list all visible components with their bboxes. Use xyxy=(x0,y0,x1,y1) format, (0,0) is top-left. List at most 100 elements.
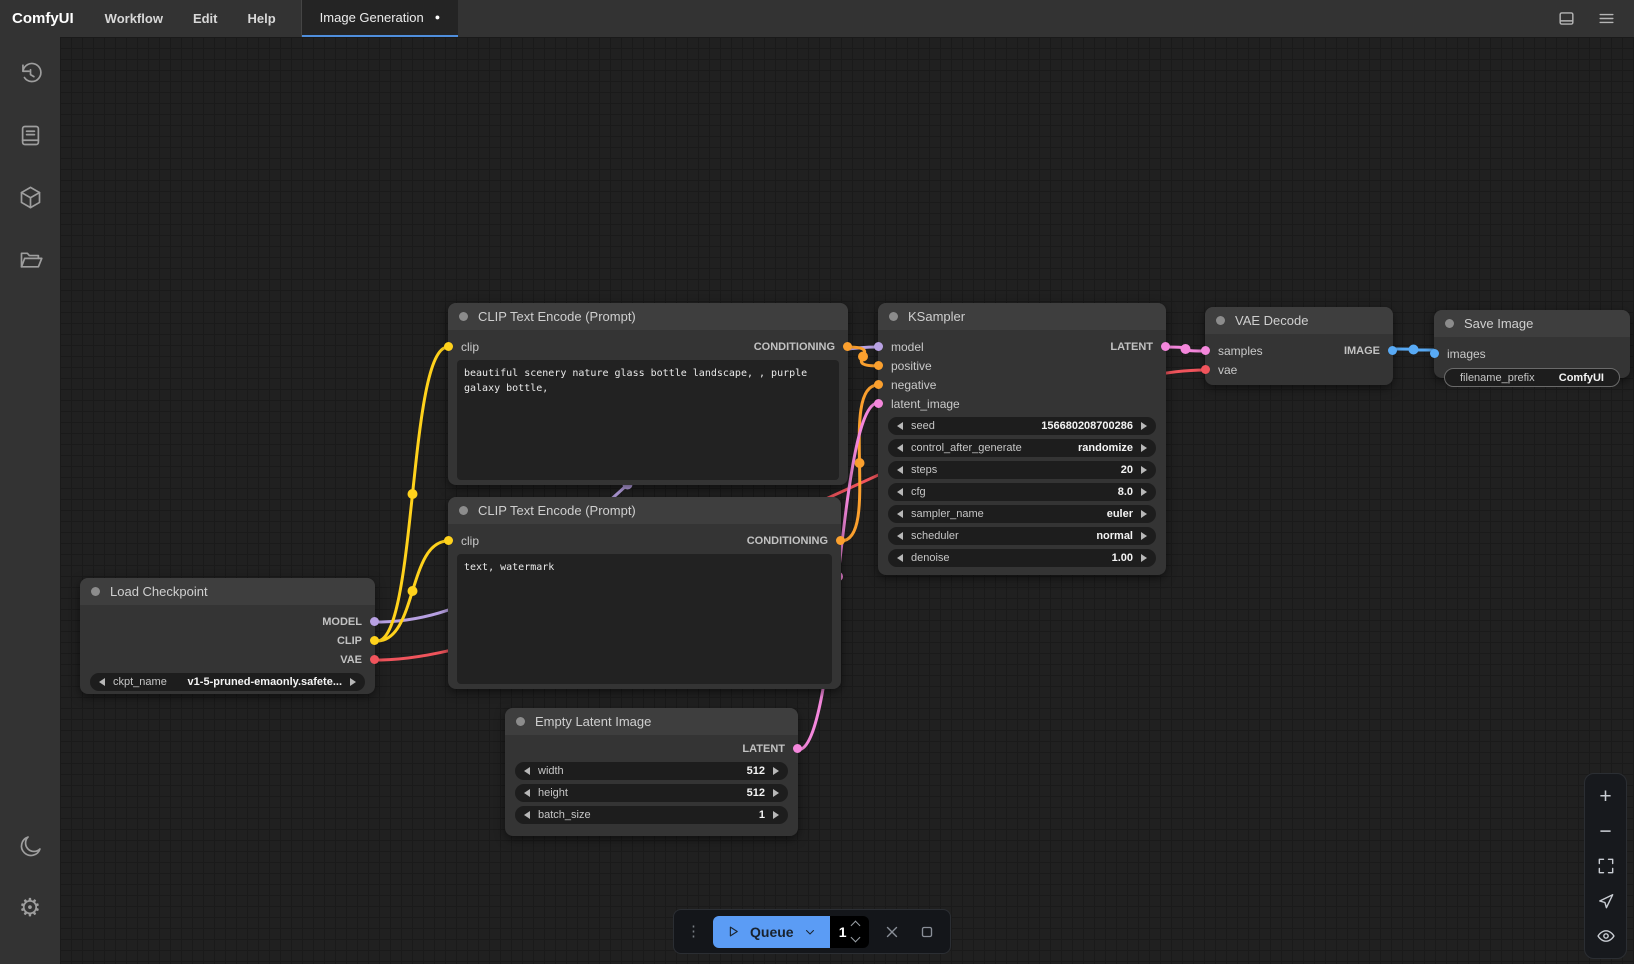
decrement-count-icon[interactable] xyxy=(851,933,861,943)
link-midpoint-dot[interactable] xyxy=(1181,344,1191,354)
menu-help[interactable]: Help xyxy=(233,0,291,37)
decrement-arrow-icon[interactable] xyxy=(99,678,105,686)
link-midpoint-dot[interactable] xyxy=(855,458,865,468)
collapse-dot[interactable] xyxy=(459,312,468,321)
widget-height[interactable]: height 512 xyxy=(515,784,788,802)
increment-arrow-icon[interactable] xyxy=(773,811,779,819)
node-title-bar[interactable]: KSampler xyxy=(878,303,1166,330)
link-midpoint-dot[interactable] xyxy=(408,586,418,596)
clear-queue-icon[interactable] xyxy=(881,920,904,944)
batch-count-input[interactable]: 1 xyxy=(830,916,869,948)
output-port-conditioning[interactable] xyxy=(836,536,845,545)
increment-arrow-icon[interactable] xyxy=(1141,444,1147,452)
increment-arrow-icon[interactable] xyxy=(773,767,779,775)
menu-edit[interactable]: Edit xyxy=(178,0,233,37)
menu-workflow[interactable]: Workflow xyxy=(90,0,178,37)
collapse-dot[interactable] xyxy=(91,587,100,596)
positive-prompt-textarea[interactable]: beautiful scenery nature glass bottle la… xyxy=(457,360,839,480)
node-ksampler[interactable]: KSampler model LATENT positive negative … xyxy=(878,303,1166,575)
theme-toggle-moon-icon[interactable] xyxy=(10,826,50,866)
decrement-arrow-icon[interactable] xyxy=(897,422,903,430)
workflow-history-icon[interactable] xyxy=(10,53,50,93)
widget-width[interactable]: width 512 xyxy=(515,762,788,780)
select-mode-pointer-icon[interactable] xyxy=(1593,888,1619,914)
output-port-latent[interactable] xyxy=(793,744,802,753)
widget-sampler-name[interactable]: sampler_name euler xyxy=(888,505,1156,523)
node-load-checkpoint[interactable]: Load Checkpoint MODEL CLIP VAE ckpt_name… xyxy=(80,578,375,694)
collapse-dot[interactable] xyxy=(459,506,468,515)
decrement-arrow-icon[interactable] xyxy=(897,554,903,562)
input-port-latent-image[interactable] xyxy=(874,399,883,408)
hamburger-menu-icon[interactable] xyxy=(1596,9,1616,29)
increment-arrow-icon[interactable] xyxy=(1141,554,1147,562)
input-port-vae[interactable] xyxy=(1201,365,1210,374)
widget-control-after-generate[interactable]: control_after_generate randomize xyxy=(888,439,1156,457)
comfyui-logo[interactable]: ComfyUI xyxy=(0,0,90,37)
interrupt-stop-icon[interactable] xyxy=(915,920,938,944)
input-port-images[interactable] xyxy=(1430,349,1439,358)
output-port-clip[interactable] xyxy=(370,636,379,645)
link-midpoint-dot[interactable] xyxy=(1409,345,1419,355)
node-title-bar[interactable]: Save Image xyxy=(1434,310,1630,337)
output-port-conditioning[interactable] xyxy=(843,342,852,351)
decrement-arrow-icon[interactable] xyxy=(897,466,903,474)
input-port-clip[interactable] xyxy=(444,536,453,545)
widget-seed[interactable]: seed 156680208700286 xyxy=(888,417,1156,435)
node-library-icon[interactable] xyxy=(10,115,50,155)
output-port-image[interactable] xyxy=(1388,346,1397,355)
node-empty-latent-image[interactable]: Empty Latent Image LATENT width 512 heig… xyxy=(505,708,798,836)
input-port-samples[interactable] xyxy=(1201,346,1210,355)
node-title-bar[interactable]: CLIP Text Encode (Prompt) xyxy=(448,303,848,330)
workflows-folder-icon[interactable] xyxy=(10,239,50,279)
increment-arrow-icon[interactable] xyxy=(773,789,779,797)
widget-scheduler[interactable]: scheduler normal xyxy=(888,527,1156,545)
output-port-model[interactable] xyxy=(370,617,379,626)
node-title-bar[interactable]: Load Checkpoint xyxy=(80,578,375,605)
output-port-latent[interactable] xyxy=(1161,342,1170,351)
widget-filename-prefix[interactable]: filename_prefix ComfyUI xyxy=(1444,368,1620,387)
increment-arrow-icon[interactable] xyxy=(1141,532,1147,540)
node-graph-canvas[interactable]: Load Checkpoint MODEL CLIP VAE ckpt_name… xyxy=(60,37,1634,964)
widget-ckpt-name[interactable]: ckpt_name v1-5-pruned-emaonly.safete... xyxy=(90,673,365,691)
widget-cfg[interactable]: cfg 8.0 xyxy=(888,483,1156,501)
node-title-bar[interactable]: VAE Decode xyxy=(1205,307,1393,334)
increment-arrow-icon[interactable] xyxy=(1141,422,1147,430)
input-port-clip[interactable] xyxy=(444,342,453,351)
queue-button[interactable]: Queue xyxy=(713,916,830,948)
widget-denoise[interactable]: denoise 1.00 xyxy=(888,549,1156,567)
input-port-positive[interactable] xyxy=(874,361,883,370)
zoom-out-icon[interactable]: − xyxy=(1593,818,1619,844)
decrement-arrow-icon[interactable] xyxy=(524,789,530,797)
zoom-in-icon[interactable]: + xyxy=(1593,783,1619,809)
collapse-dot[interactable] xyxy=(516,717,525,726)
decrement-arrow-icon[interactable] xyxy=(897,532,903,540)
node-save-image[interactable]: Save Image images filename_prefix ComfyU… xyxy=(1434,310,1630,378)
node-title-bar[interactable]: Empty Latent Image xyxy=(505,708,798,735)
model-library-icon[interactable] xyxy=(10,177,50,217)
collapse-dot[interactable] xyxy=(889,312,898,321)
increment-count-icon[interactable] xyxy=(851,921,861,931)
node-clip-text-encode-positive[interactable]: CLIP Text Encode (Prompt) clip CONDITION… xyxy=(448,303,848,485)
node-clip-text-encode-negative[interactable]: CLIP Text Encode (Prompt) clip CONDITION… xyxy=(448,497,841,689)
drag-handle-icon[interactable]: ⋮ xyxy=(686,924,701,939)
increment-arrow-icon[interactable] xyxy=(350,678,356,686)
link-midpoint-dot[interactable] xyxy=(858,352,868,362)
fit-view-icon[interactable] xyxy=(1593,853,1619,879)
increment-arrow-icon[interactable] xyxy=(1141,466,1147,474)
input-port-negative[interactable] xyxy=(874,380,883,389)
toggle-link-visibility-eye-icon[interactable] xyxy=(1593,923,1619,949)
decrement-arrow-icon[interactable] xyxy=(897,444,903,452)
input-port-model[interactable] xyxy=(874,342,883,351)
node-title-bar[interactable]: CLIP Text Encode (Prompt) xyxy=(448,497,841,524)
widget-steps[interactable]: steps 20 xyxy=(888,461,1156,479)
output-port-vae[interactable] xyxy=(370,655,379,664)
link-midpoint-dot[interactable] xyxy=(408,489,418,499)
decrement-arrow-icon[interactable] xyxy=(897,510,903,518)
negative-prompt-textarea[interactable]: text, watermark xyxy=(457,554,832,684)
tab-image-generation[interactable]: Image Generation ● xyxy=(302,0,459,37)
settings-gear-icon[interactable]: ⚙ xyxy=(10,888,50,928)
increment-arrow-icon[interactable] xyxy=(1141,488,1147,496)
node-vae-decode[interactable]: VAE Decode samples IMAGE vae xyxy=(1205,307,1393,385)
decrement-arrow-icon[interactable] xyxy=(897,488,903,496)
bottom-panel-toggle-icon[interactable] xyxy=(1556,9,1576,29)
